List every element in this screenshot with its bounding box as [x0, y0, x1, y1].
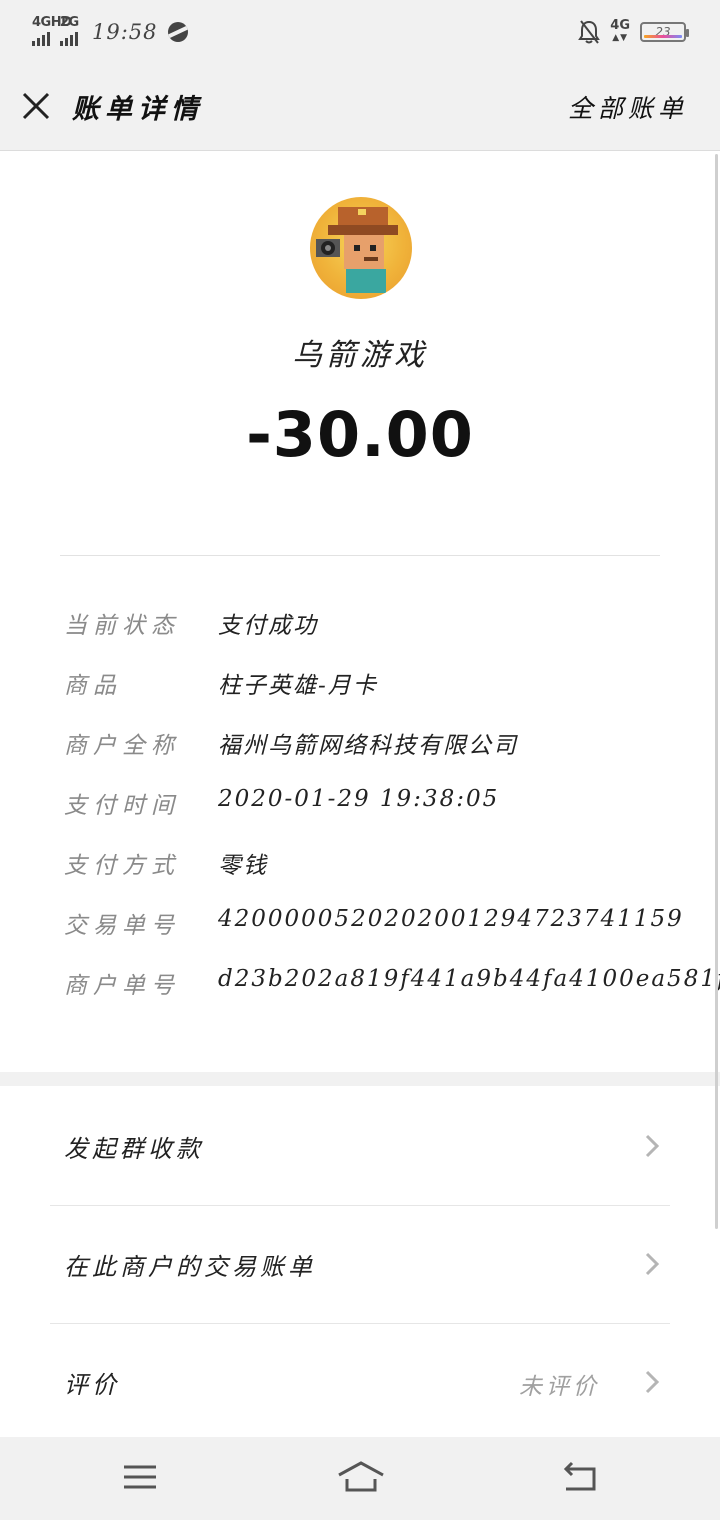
app-header: 账单详情 全部账单: [0, 64, 720, 151]
detail-value: 支付成功: [218, 613, 318, 639]
network-label-right: 4G: [610, 18, 630, 33]
battery-level: 23: [655, 25, 671, 39]
detail-row-product: 商品 柱子英雄-月卡: [64, 660, 684, 720]
detail-value[interactable]: d23b202a819f441a9b44fa4100ea581f: [218, 966, 720, 992]
action-label: 发起群收款: [64, 1135, 204, 1163]
merchant-name: 乌箭游戏: [292, 338, 428, 373]
bell-muted-icon: [578, 20, 601, 44]
detail-row-status: 当前状态 支付成功: [64, 600, 684, 660]
detail-label: 商品: [64, 673, 122, 699]
detail-label: 交易单号: [64, 913, 180, 939]
detail-label: 商户单号: [64, 973, 180, 999]
signal-bars-icon: [32, 32, 50, 46]
transaction-amount: -30.00: [246, 398, 474, 471]
rating-status: 未评价: [519, 1374, 600, 1400]
network-4g-indicator: 4G ▲▼: [610, 18, 630, 44]
detail-value: 福州乌箭网络科技有限公司: [218, 733, 518, 759]
battery-icon: 23: [640, 22, 689, 42]
detail-value: 零钱: [218, 853, 268, 879]
detail-row-transaction-id: 交易单号 4200000520202001294723741159: [64, 900, 684, 960]
detail-row-merchant-fullname: 商户全称 福州乌箭网络科技有限公司: [64, 720, 684, 780]
browser-icon: [167, 22, 188, 42]
divider: [60, 555, 660, 556]
detail-value[interactable]: 4200000520202001294723741159: [218, 906, 684, 932]
data-arrows-icon: ▲▼: [612, 33, 629, 43]
merchant-avatar: [310, 197, 412, 299]
action-label: 在此商户的交易账单: [64, 1253, 316, 1281]
signal-bars-icon: [60, 32, 78, 46]
page-title: 账单详情: [72, 94, 204, 125]
network-label-2: 2G: [60, 15, 79, 30]
section-gap: [0, 1072, 720, 1086]
detail-value: 2020-01-29 19:38:05: [218, 786, 500, 812]
chevron-right-icon: [645, 1252, 660, 1276]
rate-button[interactable]: 评价 未评价: [50, 1323, 670, 1441]
status-bar: 4GHD 2G 19:58 4G ▲▼ 23: [0, 0, 720, 64]
chevron-right-icon: [645, 1134, 660, 1158]
detail-label: 当前状态: [64, 613, 180, 639]
merchant-bills-button[interactable]: 在此商户的交易账单: [50, 1205, 670, 1323]
system-nav-bar: [0, 1437, 720, 1520]
detail-row-merchant-order-id: 商户单号 d23b202a819f441a9b44fa4100ea581f: [64, 960, 720, 1020]
detail-label: 商户全称: [64, 733, 180, 759]
signal-indicator-1: 4GHD: [32, 15, 72, 46]
group-collect-button[interactable]: 发起群收款: [50, 1087, 670, 1205]
chevron-right-icon: [645, 1370, 660, 1394]
close-icon[interactable]: [18, 88, 54, 124]
menu-icon[interactable]: [118, 1457, 162, 1497]
detail-row-pay-method: 支付方式 零钱: [64, 840, 684, 900]
detail-label: 支付时间: [64, 793, 180, 819]
action-label: 评价: [64, 1371, 120, 1399]
all-bills-link[interactable]: 全部账单: [568, 89, 688, 125]
detail-row-pay-time: 支付时间 2020-01-29 19:38:05: [64, 780, 684, 840]
home-icon[interactable]: [336, 1457, 386, 1497]
transaction-details: 当前状态 支付成功 商品 柱子英雄-月卡 商户全称 福州乌箭网络科技有限公司 支…: [64, 600, 720, 1020]
scrollbar[interactable]: [715, 154, 718, 1229]
detail-value: 柱子英雄-月卡: [218, 673, 378, 699]
detail-label: 支付方式: [64, 853, 180, 879]
status-left: 4GHD 2G 19:58: [32, 15, 188, 47]
game-character-icon: [316, 207, 398, 293]
status-right: 4G ▲▼ 23: [578, 18, 689, 45]
back-icon[interactable]: [558, 1457, 602, 1497]
status-time: 19:58: [92, 20, 158, 44]
signal-indicator-2: 2G: [60, 15, 79, 46]
